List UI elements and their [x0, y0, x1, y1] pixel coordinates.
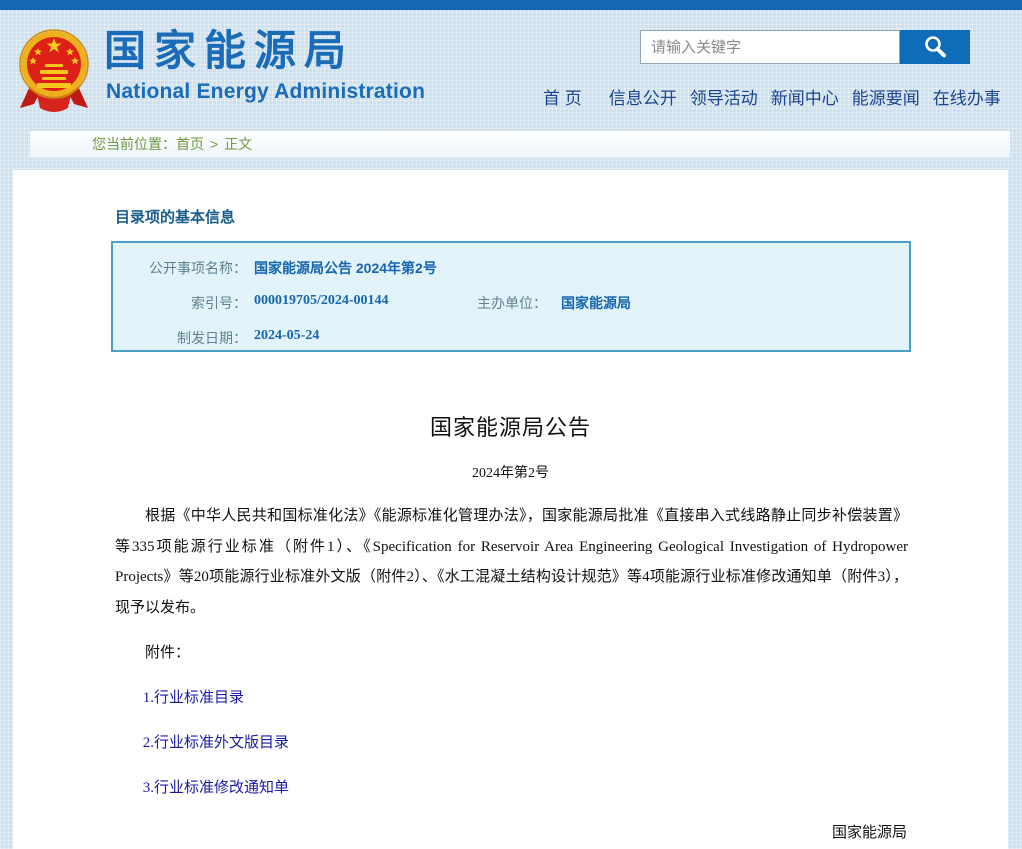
attachment-link-3[interactable]: 3.行业标准修改通知单: [143, 780, 289, 796]
catalog-row-name: 公开事项名称： 国家能源局公告 2024年第2号: [113, 258, 909, 278]
main-nav: 首 页 信息公开 领导活动 新闻中心 能源要闻 在线办事: [543, 84, 975, 109]
breadcrumb-label: 您当前位置：: [92, 136, 176, 152]
breadcrumb-separator: >: [210, 136, 218, 152]
org-label: 主办单位：: [465, 293, 547, 313]
breadcrumb-current: 正文: [224, 136, 252, 152]
date-value: 2024-05-24: [254, 328, 319, 344]
document-title: 国家能源局公告: [13, 410, 1008, 442]
nav-item-news[interactable]: 新闻中心: [771, 84, 839, 109]
breadcrumb-home-link[interactable]: 首页: [176, 136, 204, 152]
catalog-info-box: 公开事项名称： 国家能源局公告 2024年第2号 索引号： 000019705/…: [111, 241, 911, 352]
index-label: 索引号：: [113, 293, 247, 313]
search-button[interactable]: [900, 30, 970, 64]
nav-item-online[interactable]: 在线办事: [933, 84, 1001, 109]
nav-item-leadership[interactable]: 领导活动: [690, 84, 758, 109]
attachment-item: 1.行业标准目录: [115, 686, 908, 707]
document-number: 2024年第2号: [13, 462, 1008, 482]
search-input[interactable]: [640, 30, 900, 64]
date-label: 制发日期：: [113, 328, 247, 348]
site-title-en: National Energy Administration: [106, 80, 425, 104]
nav-item-home[interactable]: 首 页: [543, 84, 582, 109]
nav-item-info[interactable]: 信息公开: [609, 84, 677, 109]
document-signature: 国家能源局: [832, 821, 907, 842]
search-bar: [640, 30, 970, 64]
content-panel: 目录项的基本信息 公开事项名称： 国家能源局公告 2024年第2号 索引号： 0…: [13, 170, 1008, 849]
attachment-item: 2.行业标准外文版目录: [115, 731, 908, 752]
attachment-link-1[interactable]: 1.行业标准目录: [143, 690, 244, 706]
search-icon: [922, 34, 948, 60]
index-value: 000019705/2024-00144: [254, 293, 389, 309]
catalog-section-title: 目录项的基本信息: [115, 206, 235, 227]
site-title-cn[interactable]: 国家能源局: [104, 28, 354, 74]
document-paragraph: 根据《中华人民共和国标准化法》《能源标准化管理办法》，国家能源局批准《直接串入式…: [115, 501, 908, 623]
attachment-item: 3.行业标准修改通知单: [115, 776, 908, 797]
attachments-label: 附件：: [115, 641, 908, 662]
breadcrumb: 您当前位置：首页 > 正文: [30, 131, 1010, 158]
catalog-row-index: 索引号： 000019705/2024-00144 主办单位： 国家能源局: [113, 293, 909, 313]
catalog-row-date: 制发日期： 2024-05-24: [113, 328, 909, 348]
name-label: 公开事项名称：: [113, 258, 247, 278]
national-emblem-icon: [16, 28, 92, 112]
page: { "header": { "site_title_cn": "国家能源局", …: [0, 0, 1022, 849]
nav-item-energy-news[interactable]: 能源要闻: [852, 84, 920, 109]
name-value: 国家能源局公告 2024年第2号: [254, 258, 437, 278]
top-accent-bar: [0, 0, 1022, 10]
org-value: 国家能源局: [561, 293, 631, 313]
attachment-link-2[interactable]: 2.行业标准外文版目录: [143, 735, 289, 751]
